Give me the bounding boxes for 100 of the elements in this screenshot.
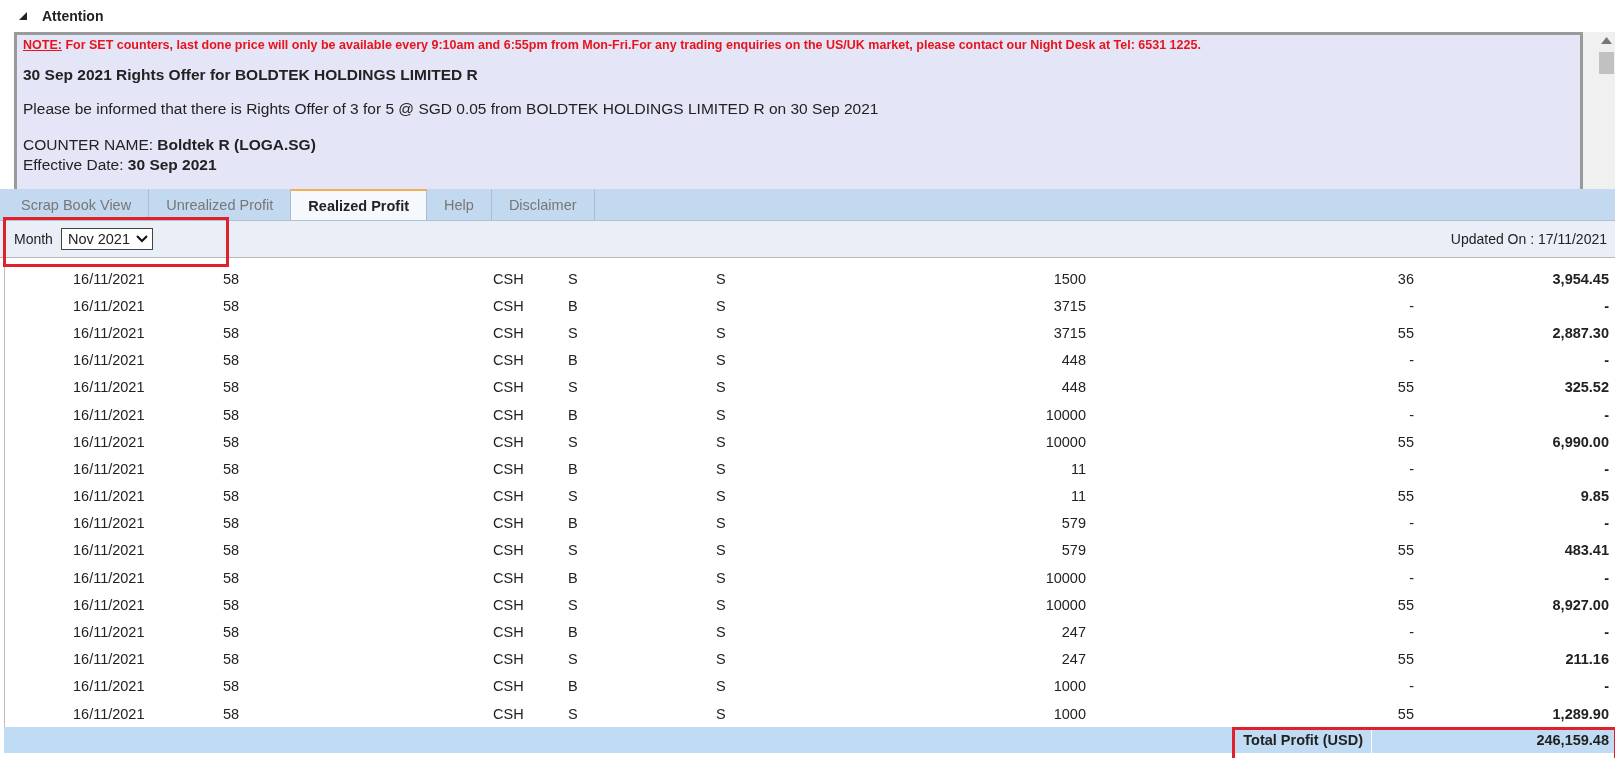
fee-cell-text: 55 — [1396, 542, 1414, 559]
profit-cell-text: 325.52 — [1563, 379, 1609, 396]
profit-cell-text: 211.16 — [1564, 651, 1609, 668]
month-label: Month — [14, 231, 53, 247]
profit-cell-text: - — [1603, 460, 1609, 477]
profit-cell-text: 9.85 — [1579, 488, 1609, 505]
quantity-cell-text: 579 — [1060, 542, 1086, 559]
exchange-cell-text: S — [716, 624, 727, 641]
exchange-cell-text: S — [716, 705, 727, 722]
exchange-cell-text: S — [716, 488, 727, 505]
reference-cell-text: 58 — [223, 379, 241, 396]
quantity-cell-text: 247 — [1060, 651, 1086, 668]
side-cell-text: S — [568, 651, 579, 668]
exchange-cell-text: S — [716, 379, 727, 396]
account-cell-text: CSH — [493, 460, 525, 477]
exchange-cell-text: S — [716, 324, 727, 341]
quantity-cell-text: 10000 — [1044, 569, 1086, 586]
exchange-cell-text: S — [716, 596, 727, 613]
quantity-cell-text: 448 — [1060, 352, 1086, 369]
quantity-cell-text: 11 — [1069, 460, 1086, 477]
side-cell-text: S — [568, 596, 579, 613]
fee-cell-text: - — [1408, 624, 1414, 641]
reference-cell-text: 58 — [223, 705, 241, 722]
side-cell-text: B — [568, 678, 579, 695]
account-cell-text: CSH — [493, 324, 525, 341]
account-cell-text: CSH — [493, 624, 525, 641]
total-value: 246,159.48 — [1371, 727, 1609, 754]
month-select[interactable]: Nov 2021 — [60, 228, 153, 250]
account-cell-text: CSH — [493, 569, 525, 586]
side-cell-text: B — [568, 460, 579, 477]
account-cell-text: CSH — [493, 515, 525, 532]
quantity-cell-text: 11 — [1069, 488, 1086, 505]
exchange-cell-text: S — [716, 406, 727, 423]
quantity-cell-text: 10000 — [1044, 596, 1086, 613]
fee-cell-text: 55 — [1396, 433, 1414, 450]
date-cell-text: 16/11/2021 — [73, 270, 146, 287]
fee-cell-text: 55 — [1396, 379, 1414, 396]
reference-cell-text: 58 — [223, 324, 241, 341]
quantity-cell-text: 448 — [1060, 379, 1086, 396]
quantity-cell-text: 579 — [1060, 515, 1086, 532]
date-cell-text: 16/11/2021 — [73, 324, 146, 341]
exchange-cell-text: S — [716, 270, 727, 287]
exchange-cell-text: S — [716, 352, 727, 369]
exchange-cell-text: S — [716, 433, 727, 450]
section-title: Attention — [42, 8, 104, 24]
side-cell-text: S — [568, 542, 579, 559]
fee-cell-text: - — [1408, 297, 1414, 314]
profit-cell-text: 8,927.00 — [1551, 596, 1609, 613]
profit-cell-text: - — [1603, 569, 1609, 586]
reference-cell-text: 58 — [223, 515, 241, 532]
quantity-cell-text: 10000 — [1044, 433, 1086, 450]
reference-cell-text: 58 — [223, 542, 241, 559]
note-text: NOTE: For SET counters, last done price will only be available every 9:10am and 6:55pm from Mon-Fri.For any trading enquiries on the US/UK market, please contact our Night Desk at Tel: 6531 1225. — [23, 38, 1202, 52]
fee-cell-text: 55 — [1396, 324, 1414, 341]
fee-cell-text: - — [1408, 352, 1414, 369]
profit-cell-text: 1,289.90 — [1551, 705, 1609, 722]
quantity-cell-text: 3715 — [1052, 297, 1086, 314]
side-cell-text: S — [568, 433, 579, 450]
fee-cell-text: - — [1408, 406, 1414, 423]
reference-cell-text: 58 — [223, 569, 241, 586]
date-cell-text: 16/11/2021 — [73, 569, 146, 586]
reference-cell-text: 58 — [223, 270, 241, 287]
reference-cell-text: 58 — [223, 460, 241, 477]
reference-cell-text: 58 — [223, 406, 241, 423]
account-cell-text: CSH — [493, 379, 525, 396]
side-cell-text: S — [568, 705, 579, 722]
date-cell-text: 16/11/2021 — [73, 651, 146, 668]
side-cell-text: S — [568, 488, 579, 505]
profit-cell-text: - — [1603, 515, 1609, 532]
side-cell-text: S — [568, 324, 579, 341]
reference-cell-text: 58 — [223, 596, 241, 613]
tab[interactable]: Realized Profit — [291, 189, 428, 220]
account-cell-text: CSH — [493, 297, 525, 314]
profit-cell-text: - — [1603, 624, 1609, 641]
fee-cell-text: 55 — [1396, 651, 1414, 668]
quantity-cell-text: 3715 — [1052, 324, 1086, 341]
fee-cell-text: 55 — [1396, 596, 1414, 613]
updated-text: Updated On : 17/11/2021 — [1450, 231, 1607, 247]
profit-cell-text: - — [1603, 352, 1609, 369]
quantity-cell-text: 1000 — [1052, 705, 1086, 722]
date-cell-text: 16/11/2021 — [73, 678, 146, 695]
account-cell-text: CSH — [493, 596, 525, 613]
fee-cell-text: 36 — [1396, 270, 1414, 287]
exchange-cell-text: S — [716, 460, 727, 477]
notice-heading: 30 Sep 2021 Rights Offer for BOLDTEK HOLDINGS LIMITED R — [23, 66, 479, 84]
account-cell-text: CSH — [493, 651, 525, 668]
account-cell-text: CSH — [493, 352, 525, 369]
notice-body: Please be informed that there is Rights Offer of 3 for 5 @ SGD 0.05 from BOLDTEK HOLDINGS LIMITED R on 30 Sep 2021 — [23, 100, 880, 118]
side-cell-text: S — [568, 270, 579, 287]
date-cell-text: 16/11/2021 — [73, 406, 146, 423]
date-cell-text: 16/11/2021 — [73, 515, 146, 532]
fee-cell-text: - — [1408, 515, 1414, 532]
date-cell-text: 16/11/2021 — [73, 596, 146, 613]
account-cell-text: CSH — [493, 488, 525, 505]
fee-cell-text: - — [1408, 569, 1414, 586]
account-cell-text: CSH — [493, 433, 525, 450]
fee-cell-text: 55 — [1396, 488, 1414, 505]
quantity-cell-text: 10000 — [1044, 406, 1086, 423]
counter-name-text: COUNTER NAME: Boldtek R (LOGA.SG) — [23, 136, 317, 154]
reference-cell-text: 58 — [223, 651, 241, 668]
